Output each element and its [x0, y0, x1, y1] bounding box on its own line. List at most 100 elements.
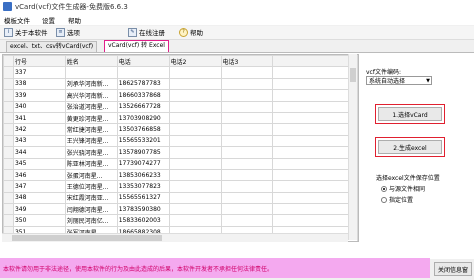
table-cell[interactable] — [220, 146, 274, 159]
row-header[interactable] — [3, 191, 14, 205]
encoding-select[interactable]: 系统自动选择 ▼ — [366, 76, 432, 85]
table-cell[interactable] — [220, 66, 274, 79]
table-cell[interactable]: 15565561327 — [116, 191, 170, 205]
table-cell[interactable]: 347 — [12, 180, 66, 193]
menu-template-file[interactable]: 模板文件 — [4, 15, 30, 25]
table-cell[interactable]: 13503766858 — [116, 123, 170, 136]
table-cell[interactable] — [116, 66, 170, 79]
table-cell[interactable]: 张蛋河南星... — [64, 168, 118, 182]
table-cell[interactable] — [220, 180, 274, 193]
table-cell[interactable] — [168, 214, 222, 227]
table-cell[interactable]: 刘承华河南新... — [64, 77, 118, 91]
column-header[interactable]: 电话 — [116, 55, 170, 68]
table-cell[interactable]: 350 — [12, 214, 66, 227]
table-cell[interactable] — [168, 123, 222, 136]
table-cell[interactable]: 王德位河南星... — [64, 180, 118, 193]
table-cell[interactable]: 338 — [12, 77, 66, 91]
row-header[interactable] — [3, 134, 14, 148]
table-cell[interactable]: 342 — [12, 123, 66, 136]
scroll-thumb[interactable] — [12, 235, 162, 241]
table-cell[interactable]: 13353077823 — [116, 180, 170, 193]
table-cell[interactable]: 刘丽民河南亿... — [64, 214, 118, 227]
table-cell[interactable]: 346 — [12, 168, 66, 182]
table-cell[interactable] — [220, 168, 274, 182]
tab-excel-to-vcard[interactable]: excel、txt、csv转vCard(vcf) — [6, 41, 98, 52]
table-cell[interactable] — [168, 111, 222, 125]
table-cell[interactable]: 张兴骁河南星... — [64, 146, 118, 159]
table-cell[interactable] — [64, 66, 118, 79]
table-cell[interactable]: 341 — [12, 111, 66, 125]
table-cell[interactable] — [168, 134, 222, 148]
table-cell[interactable]: 345 — [12, 157, 66, 170]
row-header[interactable] — [3, 66, 14, 79]
options-button[interactable]: ≡ 选项 — [56, 27, 80, 37]
table-cell[interactable]: 348 — [12, 191, 66, 205]
table-row[interactable]: 342 常红捷河南星... 13503766858 — [3, 123, 358, 136]
table-cell[interactable]: 高兴华河南新... — [64, 89, 118, 102]
table-cell[interactable]: 张治道河南星... — [64, 100, 118, 113]
table-cell[interactable] — [168, 203, 222, 216]
table-cell[interactable]: 340 — [12, 100, 66, 113]
menu-help[interactable]: 帮助 — [68, 15, 81, 25]
table-cell[interactable]: 343 — [12, 134, 66, 148]
table-cell[interactable] — [168, 100, 222, 113]
help-button[interactable]: ? 帮助 — [179, 27, 203, 37]
radio-custom-location[interactable]: 指定位置 — [381, 195, 413, 204]
close-info-button[interactable]: 关闭信息窗 — [434, 262, 472, 276]
vertical-scrollbar[interactable] — [348, 54, 357, 240]
table-cell[interactable] — [220, 191, 274, 205]
table-cell[interactable] — [168, 180, 222, 193]
table-cell[interactable] — [168, 191, 222, 205]
table-cell[interactable]: 王兴锋河南星... — [64, 134, 118, 148]
table-cell[interactable]: 宋红霞河南亚... — [64, 191, 118, 205]
table-cell[interactable]: 黄更珍河南星... — [64, 111, 118, 125]
table-cell[interactable]: 常红捷河南星... — [64, 123, 118, 136]
table-cell[interactable] — [168, 89, 222, 102]
table-cell[interactable]: 13578907785 — [116, 146, 170, 159]
table-cell[interactable]: 15833602003 — [116, 214, 170, 227]
table-cell[interactable]: 349 — [12, 203, 66, 216]
table-row[interactable]: 345 陈亚林河南星... 17739074277 — [3, 157, 358, 170]
table-cell[interactable] — [220, 100, 274, 113]
column-header[interactable]: 电话2 — [168, 55, 222, 68]
row-header[interactable] — [3, 168, 14, 182]
table-row[interactable]: 343 王兴锋河南星... 15565533201 — [3, 134, 358, 148]
table-row[interactable]: 341 黄更珍河南星... 13703908290 — [3, 111, 358, 125]
table-cell[interactable] — [220, 111, 274, 125]
about-button[interactable]: i 关于本软件 — [4, 27, 48, 37]
row-header[interactable] — [3, 89, 14, 102]
table-cell[interactable]: 15565533201 — [116, 134, 170, 148]
table-row[interactable]: 339 高兴华河南新... 18660337868 — [3, 89, 358, 102]
horizontal-scrollbar[interactable] — [2, 233, 348, 242]
table-row[interactable]: 337 — [3, 66, 358, 79]
row-header[interactable] — [3, 100, 14, 113]
table-cell[interactable] — [168, 168, 222, 182]
table-cell[interactable]: 闫翔德河南星... — [64, 203, 118, 216]
row-header[interactable] — [3, 111, 14, 125]
table-cell[interactable] — [220, 157, 274, 170]
table-cell[interactable]: 339 — [12, 89, 66, 102]
table-row[interactable]: 347 王德位河南星... 13353077823 — [3, 180, 358, 193]
table-cell[interactable]: 13526667728 — [116, 100, 170, 113]
table-row[interactable]: 346 张蛋河南星... 13853066233 — [3, 168, 358, 182]
row-header[interactable] — [3, 146, 14, 159]
table-cell[interactable]: 13703908290 — [116, 111, 170, 125]
generate-excel-button[interactable]: 2.生成excel — [378, 140, 442, 154]
radio-same-as-source[interactable]: 与源文件相同 — [381, 184, 425, 193]
table-row[interactable]: 338 刘承华河南新... 18625787783 — [3, 77, 358, 91]
select-vcard-button[interactable]: 1.选择vCard — [378, 107, 442, 121]
column-header[interactable]: 姓名 — [64, 55, 118, 68]
table-cell[interactable]: 13853066233 — [116, 168, 170, 182]
table-cell[interactable]: 344 — [12, 146, 66, 159]
table-row[interactable]: 340 张治道河南星... 13526667728 — [3, 100, 358, 113]
table-row[interactable]: 350 刘丽民河南亿... 15833602003 — [3, 214, 358, 227]
table-cell[interactable] — [220, 214, 274, 227]
table-row[interactable]: 348 宋红霞河南亚... 15565561327 — [3, 191, 358, 205]
row-header[interactable] — [3, 123, 14, 136]
table-row[interactable]: 344 张兴骁河南星... 13578907785 — [3, 146, 358, 159]
scroll-thumb[interactable] — [350, 68, 356, 82]
row-header[interactable] — [3, 157, 14, 170]
table-cell[interactable]: 17739074277 — [116, 157, 170, 170]
row-header[interactable] — [3, 214, 14, 227]
table-cell[interactable] — [168, 146, 222, 159]
